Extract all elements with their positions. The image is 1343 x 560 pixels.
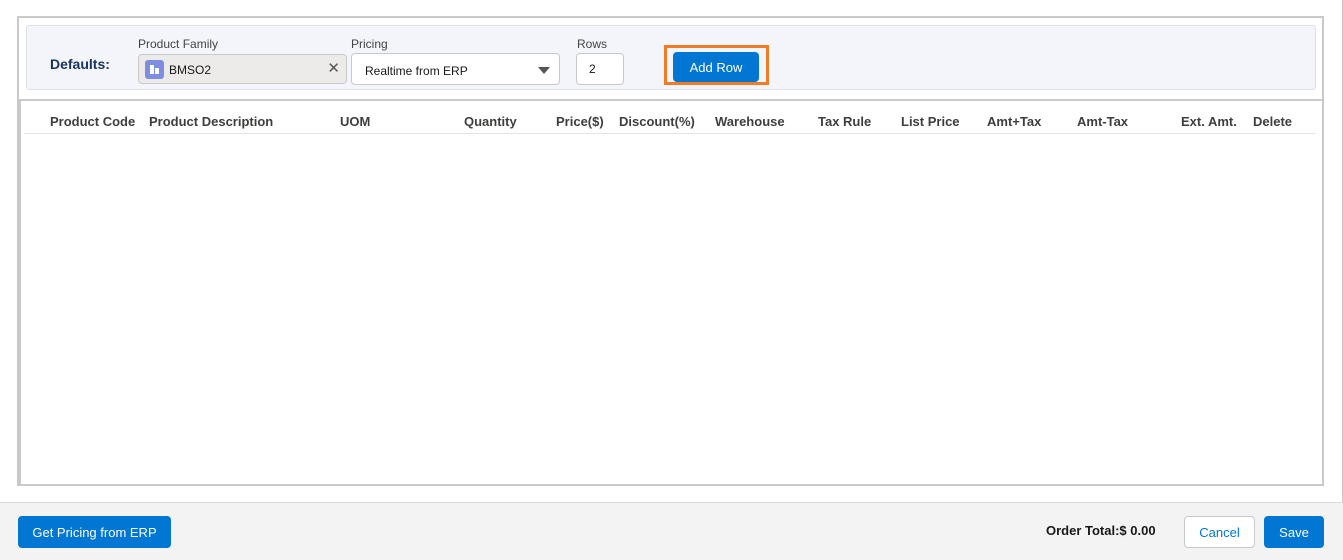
cancel-button[interactable]: Cancel: [1184, 516, 1255, 548]
column-header-price: Price($): [556, 114, 604, 129]
defaults-label: Defaults:: [50, 56, 110, 72]
order-total: Order Total:$ 0.00: [1046, 523, 1156, 538]
column-header-warehouse: Warehouse: [715, 114, 785, 129]
column-header-tax-rule: Tax Rule: [818, 114, 872, 129]
column-header-ext-amt: Ext. Amt.: [1181, 114, 1237, 129]
chevron-down-icon: [538, 67, 550, 74]
pricing-select[interactable]: Realtime from ERP: [351, 53, 560, 85]
product-family-value: BMSO2: [169, 63, 212, 77]
close-icon[interactable]: ✕: [327, 60, 340, 78]
rows-label: Rows: [577, 37, 608, 51]
column-header-amt-plus-tax: Amt+Tax: [987, 114, 1042, 129]
column-header-product-code: Product Code: [50, 114, 136, 129]
column-header-product-description: Product Description: [149, 114, 274, 129]
get-pricing-button[interactable]: Get Pricing from ERP: [18, 516, 171, 548]
add-row-button[interactable]: Add Row: [673, 52, 759, 82]
pricing-value: Realtime from ERP: [365, 64, 468, 78]
column-header-amt-minus-tax: Amt-Tax: [1077, 114, 1129, 129]
save-button[interactable]: Save: [1264, 516, 1324, 548]
pricing-label: Pricing: [351, 37, 388, 51]
product-family-icon: [145, 60, 164, 79]
column-header-quantity: Quantity: [464, 114, 517, 129]
column-header-list-price: List Price: [901, 114, 960, 129]
product-family-pill[interactable]: BMSO2 ✕: [138, 54, 347, 84]
column-header-uom: UOM: [340, 114, 371, 129]
rows-input[interactable]: [576, 53, 624, 85]
line-items-table: [19, 99, 1324, 486]
column-header-delete: Delete: [1253, 114, 1293, 129]
product-family-label: Product Family: [138, 37, 219, 51]
column-header-discount: Discount(%): [619, 114, 695, 129]
